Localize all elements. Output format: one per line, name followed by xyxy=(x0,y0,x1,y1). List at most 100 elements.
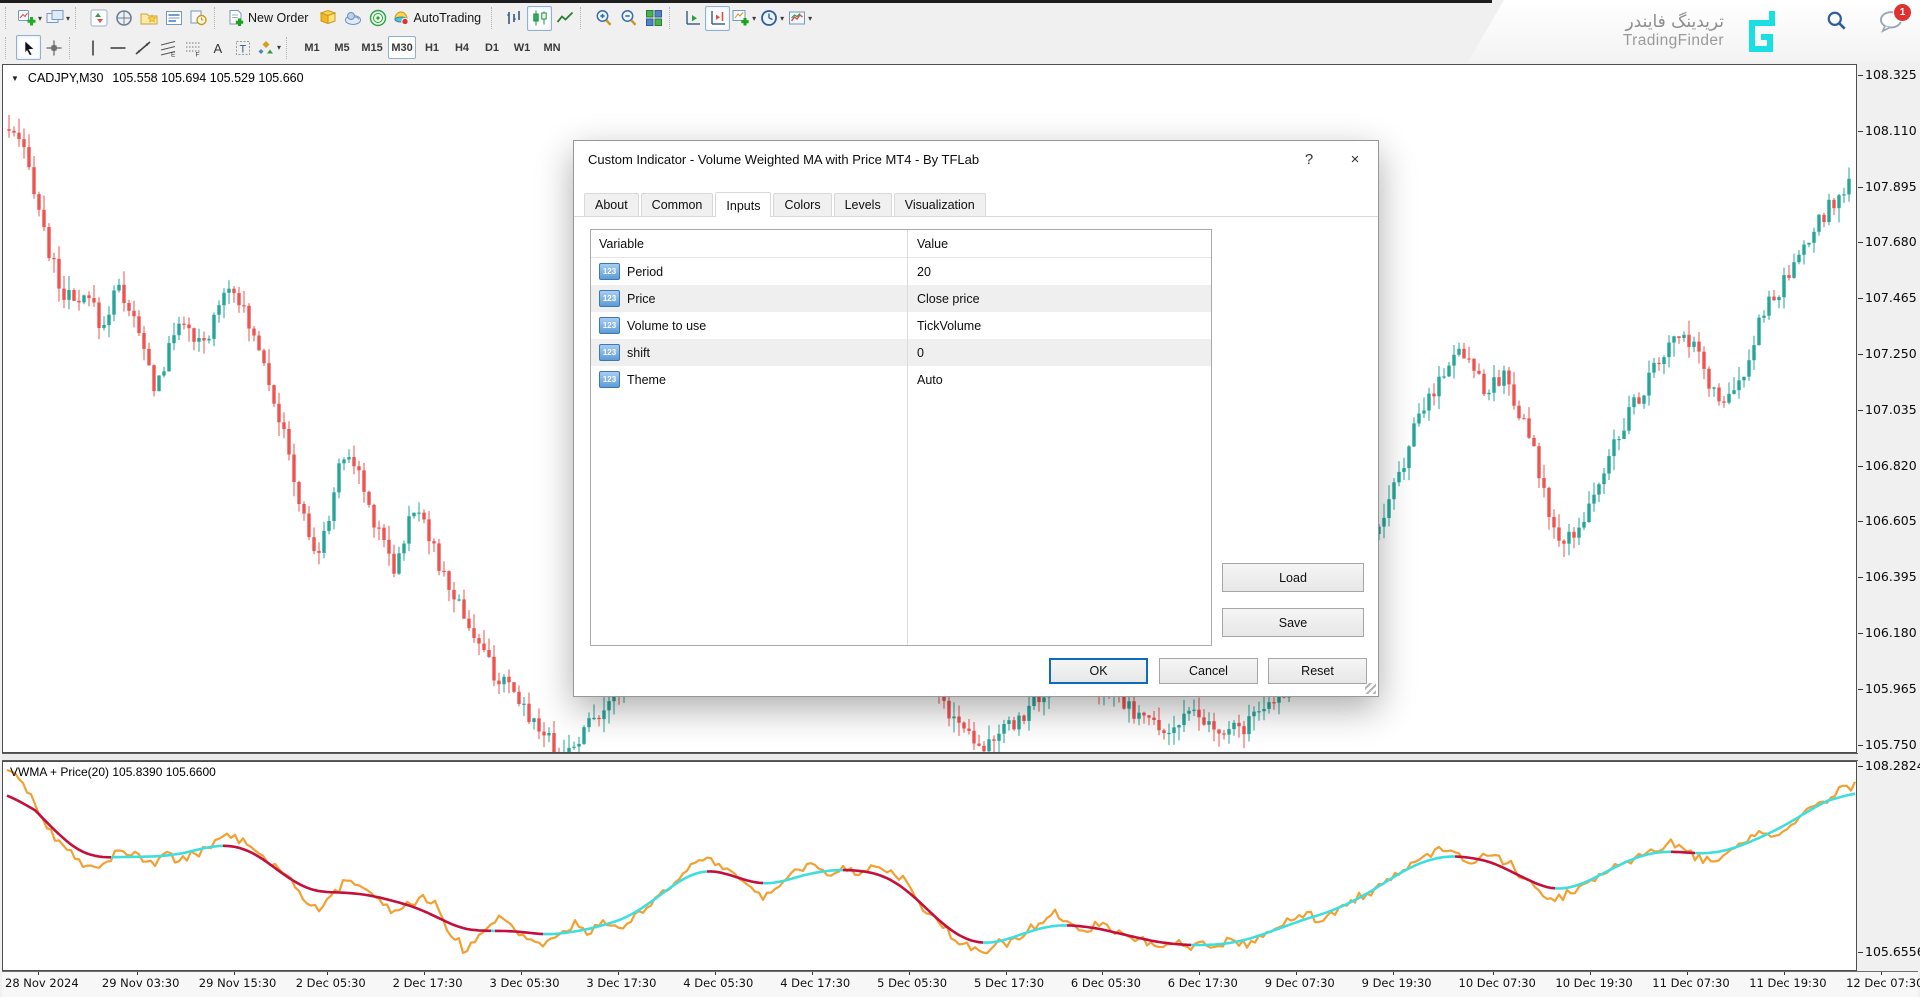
zoom-out-button[interactable] xyxy=(616,6,641,31)
candlestick-button[interactable] xyxy=(527,6,552,31)
cursor-button[interactable] xyxy=(16,35,41,60)
header-variable: Variable xyxy=(591,237,907,251)
new-chart-button[interactable]: ▾ xyxy=(16,6,44,31)
ok-button[interactable]: OK xyxy=(1049,658,1148,684)
new-order-button[interactable]: New Order xyxy=(225,6,315,31)
chevron-down-icon[interactable]: ▾ xyxy=(277,43,281,52)
table-row[interactable]: 123Volume to useTickVolume xyxy=(591,312,1211,339)
brand-panel: تریدینگ فایندر TradingFinder 1 xyxy=(1468,0,1920,62)
community-button[interactable] xyxy=(340,6,365,31)
new-order-button-label: New Order xyxy=(248,11,308,25)
navigator-button[interactable] xyxy=(136,6,161,31)
chart-title: ▼ CADJPY,M30 105.558 105.694 105.529 105… xyxy=(11,71,304,85)
tab-levels[interactable]: Levels xyxy=(834,193,892,216)
data-window-button[interactable] xyxy=(111,6,136,31)
timeframe-M5[interactable]: M5 xyxy=(328,36,356,59)
vertical-line-button[interactable] xyxy=(80,35,105,60)
text-label-button[interactable]: T xyxy=(230,35,255,60)
timeframe-MN[interactable]: MN xyxy=(538,36,566,59)
brand-logo-icon xyxy=(1742,8,1786,54)
panel-splitter[interactable] xyxy=(2,753,1858,761)
variable-value[interactable]: 20 xyxy=(907,265,1211,279)
market-button[interactable] xyxy=(365,6,390,31)
cancel-button[interactable]: Cancel xyxy=(1159,658,1258,684)
variable-value[interactable]: TickVolume xyxy=(907,319,1211,333)
chart-symbol: CADJPY,M30 xyxy=(28,71,104,85)
templates-button[interactable]: ▾ xyxy=(786,6,814,31)
chat-button[interactable]: 1 xyxy=(1878,8,1904,34)
timeframe-M15[interactable]: M15 xyxy=(358,36,386,59)
variable-name: shift xyxy=(627,346,650,360)
table-row[interactable]: 123shift0 xyxy=(591,339,1211,366)
toolbar-standard: ▾ ▾ New Order AutoTrading ▾ ▾ ▾ xyxy=(0,3,816,33)
indicator-chart[interactable] xyxy=(3,762,1856,970)
text-button[interactable]: A xyxy=(205,35,230,60)
toolbar-separator xyxy=(75,7,82,29)
zoom-in-button[interactable] xyxy=(591,6,616,31)
trendline-button[interactable] xyxy=(130,35,155,60)
chevron-down-icon[interactable]: ▾ xyxy=(38,14,42,23)
save-button[interactable]: Save xyxy=(1222,608,1364,637)
indicator-panel[interactable]: VWMA + Price(20) 105.8390 105.6600 xyxy=(2,761,1857,971)
resize-grip[interactable] xyxy=(1365,683,1376,694)
chevron-down-icon[interactable]: ▾ xyxy=(752,14,756,23)
dialog-tabs: AboutCommonInputsColorsLevelsVisualizati… xyxy=(574,191,1378,217)
timeframe-M1[interactable]: M1 xyxy=(298,36,326,59)
terminal-button[interactable] xyxy=(161,6,186,31)
reset-button[interactable]: Reset xyxy=(1268,658,1367,684)
shapes-button[interactable]: ▾ xyxy=(255,35,283,60)
bar-chart-icon xyxy=(506,9,524,27)
tab-inputs[interactable]: Inputs xyxy=(715,192,771,217)
variable-value[interactable]: 0 xyxy=(907,346,1211,360)
indicators-button[interactable]: ▾ xyxy=(730,6,758,31)
table-row[interactable]: 123ThemeAuto xyxy=(591,366,1211,393)
tile-windows-button[interactable] xyxy=(641,6,666,31)
time-axis-label: 28 Nov 2024 xyxy=(5,976,79,990)
tab-visualization[interactable]: Visualization xyxy=(894,193,986,216)
search-button[interactable] xyxy=(1824,8,1850,34)
zoom-in-icon xyxy=(595,9,613,27)
toolbar-tools: EFAT ▾ M1M5M15M30H1H4D1W1MN xyxy=(0,33,569,62)
toolbar-separator xyxy=(286,37,293,59)
auto-scroll-button[interactable] xyxy=(680,6,705,31)
channel-button[interactable]: E xyxy=(155,35,180,60)
chevron-down-icon[interactable]: ▾ xyxy=(780,14,784,23)
symbol-dropdown-icon[interactable]: ▼ xyxy=(11,74,19,83)
time-axis[interactable]: 28 Nov 202429 Nov 03:3029 Nov 15:302 Dec… xyxy=(2,971,1918,997)
price-axis[interactable]: 108.2824 105.6556 108.325108.110107.8951… xyxy=(1859,0,1919,996)
crosshair-button[interactable] xyxy=(41,35,66,60)
timeframe-W1[interactable]: W1 xyxy=(508,36,536,59)
dialog-titlebar[interactable]: Custom Indicator - Volume Weighted MA wi… xyxy=(574,141,1378,177)
autotrading-button[interactable]: AutoTrading xyxy=(390,6,488,31)
timeframe-D1[interactable]: D1 xyxy=(478,36,506,59)
bar-chart-button[interactable] xyxy=(502,6,527,31)
variable-value[interactable]: Auto xyxy=(907,373,1211,387)
timeframe-H4[interactable]: H4 xyxy=(448,36,476,59)
tab-colors[interactable]: Colors xyxy=(773,193,831,216)
profiles-button[interactable]: ▾ xyxy=(44,6,72,31)
table-row[interactable]: 123PriceClose price xyxy=(591,285,1211,312)
close-button[interactable]: × xyxy=(1332,141,1378,177)
line-chart-button[interactable] xyxy=(552,6,577,31)
horizontal-line-button[interactable] xyxy=(105,35,130,60)
strategy-tester-button[interactable] xyxy=(186,6,211,31)
timeframe-H1[interactable]: H1 xyxy=(418,36,446,59)
periods-button[interactable]: ▾ xyxy=(758,6,786,31)
variable-value[interactable]: Close price xyxy=(907,292,1211,306)
help-button[interactable]: ? xyxy=(1286,141,1332,177)
market-watch-button[interactable] xyxy=(86,6,111,31)
chevron-down-icon[interactable]: ▾ xyxy=(66,14,70,23)
metaeditor-button[interactable] xyxy=(315,6,340,31)
table-row[interactable]: 123Period20 xyxy=(591,258,1211,285)
fibonacci-button[interactable]: F xyxy=(180,35,205,60)
timeframe-M30[interactable]: M30 xyxy=(388,36,416,59)
load-button[interactable]: Load xyxy=(1222,563,1364,592)
chart-shift-button[interactable] xyxy=(705,6,730,31)
toolbar-separator xyxy=(214,7,221,29)
tab-about[interactable]: About xyxy=(584,193,639,216)
market-watch-icon xyxy=(90,9,108,27)
trendline-icon xyxy=(134,39,152,57)
tab-common[interactable]: Common xyxy=(641,193,714,216)
chevron-down-icon[interactable]: ▾ xyxy=(808,14,812,23)
autotrading-icon xyxy=(392,9,410,27)
